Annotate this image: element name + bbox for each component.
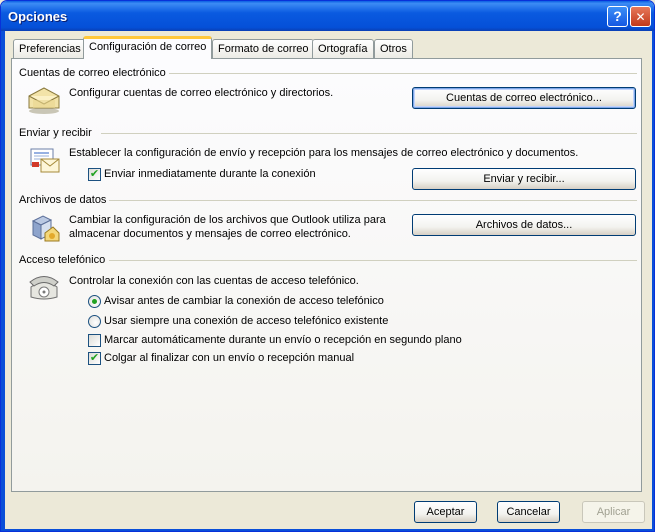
- apply-button[interactable]: Aplicar: [582, 501, 645, 523]
- send-receive-icon: [30, 148, 60, 173]
- auto-dial-label[interactable]: Marcar automáticamente durante un envío …: [104, 334, 462, 346]
- tab-preferencias[interactable]: Preferencias: [13, 39, 87, 58]
- tab-configuracion-de-correo[interactable]: Configuración de correo: [83, 36, 213, 59]
- accounts-separator: [169, 73, 637, 74]
- close-button[interactable]: ✕: [630, 6, 651, 27]
- always-use-existing-label[interactable]: Usar siempre una conexión de acceso tele…: [104, 315, 388, 327]
- options-dialog: Opciones ? ✕ Preferencias Configuración …: [0, 0, 655, 532]
- send-receive-group-title: Enviar y recibir: [19, 127, 92, 139]
- tab-label: Configuración de correo: [89, 41, 207, 53]
- cancel-button[interactable]: Cancelar: [497, 501, 560, 523]
- data-files-button[interactable]: Archivos de datos...: [412, 214, 636, 236]
- mail-accounts-icon: [28, 87, 60, 114]
- dialup-group-title: Acceso telefónico: [19, 254, 106, 266]
- send-receive-button[interactable]: Enviar y recibir...: [412, 168, 636, 190]
- tab-ortografia[interactable]: Ortografía: [312, 39, 374, 58]
- data-files-group-title: Archivos de datos: [19, 194, 107, 206]
- accounts-group-title: Cuentas de correo electrónico: [19, 67, 166, 79]
- send-receive-description: Establecer la configuración de envío y r…: [69, 147, 579, 159]
- telephone-icon: [29, 276, 59, 300]
- check-mark-icon: ✔: [89, 168, 100, 180]
- auto-dial-checkbox[interactable]: [88, 334, 101, 347]
- accept-button[interactable]: Aceptar: [414, 501, 477, 523]
- data-files-description-line2: almacenar documentos y mensajes de corre…: [69, 228, 351, 240]
- window-title: Opciones: [8, 9, 68, 24]
- data-files-description-line1: Cambiar la configuración de los archivos…: [69, 214, 386, 226]
- email-accounts-button[interactable]: Cuentas de correo electrónico...: [412, 87, 636, 109]
- tab-formato-de-correo[interactable]: Formato de correo: [212, 39, 315, 58]
- tab-label: Ortografía: [318, 43, 368, 55]
- tab-label: Preferencias: [19, 43, 81, 55]
- send-receive-separator: [101, 133, 637, 134]
- hang-up-checkbox[interactable]: ✔: [88, 352, 101, 365]
- window-frame-left: [1, 31, 5, 531]
- tab-label: Otros: [380, 43, 407, 55]
- send-immediately-label[interactable]: Enviar inmediatamente durante la conexió…: [104, 168, 316, 180]
- data-files-icon: [31, 215, 60, 242]
- tab-label: Formato de correo: [218, 43, 309, 55]
- tab-otros[interactable]: Otros: [374, 39, 413, 58]
- check-mark-icon: ✔: [89, 352, 100, 364]
- hang-up-label[interactable]: Colgar al finalizar con un envío o recep…: [104, 352, 354, 364]
- always-use-existing-radio[interactable]: [88, 315, 101, 328]
- warn-before-switch-label[interactable]: Avisar antes de cambiar la conexión de a…: [104, 295, 384, 307]
- help-button[interactable]: ?: [607, 6, 628, 27]
- data-files-separator: [109, 200, 637, 201]
- title-bar[interactable]: Opciones ? ✕: [1, 1, 654, 31]
- warn-before-switch-radio[interactable]: [88, 295, 101, 308]
- dialup-separator: [109, 260, 637, 261]
- close-icon: ✕: [635, 10, 646, 24]
- dialup-description: Controlar la conexión con las cuentas de…: [69, 275, 359, 287]
- accounts-description: Configurar cuentas de correo electrónico…: [69, 87, 334, 99]
- send-immediately-checkbox[interactable]: ✔: [88, 168, 101, 181]
- help-icon: ?: [613, 8, 622, 24]
